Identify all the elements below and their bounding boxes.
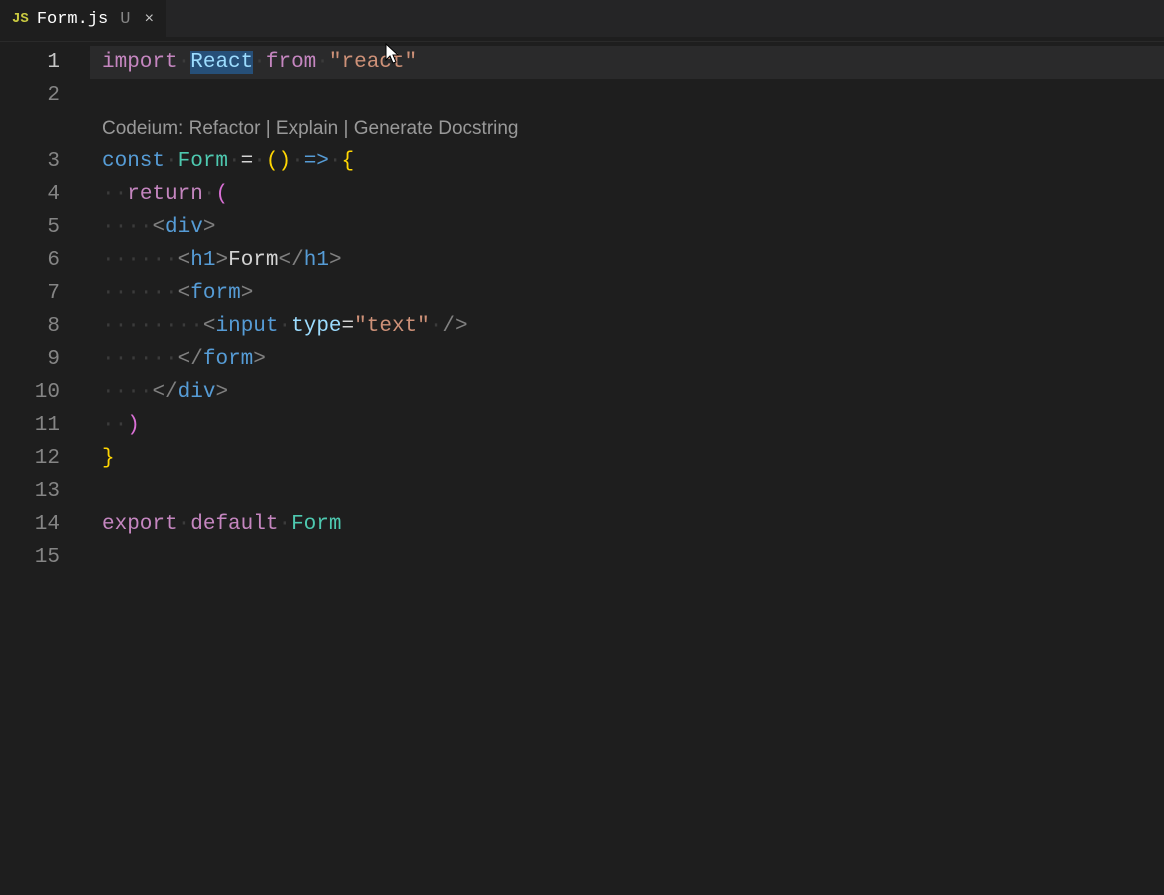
tag-close: > <box>329 249 342 272</box>
tag-open: < <box>178 282 191 305</box>
tag-close: > <box>203 216 216 239</box>
line-number: 5 <box>0 211 60 244</box>
paren-close: ) <box>278 150 291 173</box>
tab-form-js[interactable]: JS Form.js U × <box>0 0 166 38</box>
whitespace-dot: · <box>316 51 329 74</box>
tag-form: form <box>190 282 240 305</box>
tag-close: > <box>215 381 228 404</box>
tag-form-close: form <box>203 348 253 371</box>
tag-div: div <box>165 216 203 239</box>
tag-close: > <box>253 348 266 371</box>
equals: = <box>241 150 254 173</box>
attr-type: type <box>291 315 341 338</box>
code-line[interactable]: ··) <box>90 409 1164 442</box>
keyword-return: return <box>127 183 203 206</box>
line-number: 12 <box>0 442 60 475</box>
line-number: 15 <box>0 541 60 574</box>
tab-title: Form.js <box>37 10 108 29</box>
line-number: 10 <box>0 376 60 409</box>
keyword-import: import <box>102 51 178 74</box>
codelens-explain[interactable]: Explain <box>276 118 338 139</box>
paren-close: ) <box>127 414 140 437</box>
codelens-separator: | <box>260 118 276 139</box>
code-line[interactable]: ······<form> <box>90 277 1164 310</box>
keyword-const: const <box>102 150 165 173</box>
tag-h1-close: h1 <box>304 249 329 272</box>
tag-open: </ <box>152 381 177 404</box>
tab-modified-indicator: U <box>120 10 130 29</box>
line-number: 11 <box>0 409 60 442</box>
tag-close: > <box>241 282 254 305</box>
tag-open: </ <box>178 348 203 371</box>
code-line[interactable]: ····<div> <box>90 211 1164 244</box>
code-line[interactable]: ····</div> <box>90 376 1164 409</box>
code-line[interactable] <box>90 541 1164 574</box>
codelens-generate-docstring[interactable]: Generate Docstring <box>354 118 519 139</box>
keyword-export: export <box>102 513 178 536</box>
line-number: 9 <box>0 343 60 376</box>
line-number: 1 <box>0 46 60 79</box>
text-form: Form <box>228 249 278 272</box>
identifier-form: Form <box>178 150 228 173</box>
string-react: "react" <box>329 51 417 74</box>
code-line[interactable] <box>90 475 1164 508</box>
keyword-default: default <box>190 513 278 536</box>
codelens-refactor[interactable]: Refactor <box>189 118 261 139</box>
editor: 1 2 3 4 5 6 7 8 9 10 11 12 13 14 15 impo… <box>0 42 1164 895</box>
tag-div-close: div <box>178 381 216 404</box>
close-icon[interactable]: × <box>144 10 154 28</box>
line-number-gutter: 1 2 3 4 5 6 7 8 9 10 11 12 13 14 15 <box>0 42 90 895</box>
code-line[interactable]: } <box>90 442 1164 475</box>
tag-open: < <box>203 315 216 338</box>
brace-close: } <box>102 447 115 470</box>
paren-open: ( <box>215 183 228 206</box>
code-area[interactable]: import·React·from·"react" Codeium: Refac… <box>90 42 1164 895</box>
line-number: 8 <box>0 310 60 343</box>
brace-open: { <box>342 150 355 173</box>
tab-bar: JS Form.js U × <box>0 0 1164 38</box>
equals: = <box>342 315 355 338</box>
whitespace-dot: · <box>178 51 191 74</box>
tag-close: > <box>215 249 228 272</box>
keyword-from: from <box>266 51 316 74</box>
code-line[interactable]: import·React·from·"react" <box>90 46 1164 79</box>
code-line[interactable]: ········<input·type="text"·/> <box>90 310 1164 343</box>
line-number: 6 <box>0 244 60 277</box>
code-line[interactable]: export·default·Form <box>90 508 1164 541</box>
string-text: "text" <box>354 315 430 338</box>
line-number: 4 <box>0 178 60 211</box>
line-number: 13 <box>0 475 60 508</box>
code-line[interactable]: ··return·( <box>90 178 1164 211</box>
paren-open: ( <box>266 150 279 173</box>
tag-open: </ <box>279 249 304 272</box>
tag-self-close: /> <box>442 315 467 338</box>
code-line[interactable] <box>90 79 1164 112</box>
codelens-gutter-spacer <box>0 112 60 145</box>
whitespace-dot: · <box>253 51 266 74</box>
codelens-separator: | <box>338 118 354 139</box>
code-line[interactable]: const·Form·=·()·=>·{ <box>90 145 1164 178</box>
code-line[interactable]: ······<h1>Form</h1> <box>90 244 1164 277</box>
tag-h1: h1 <box>190 249 215 272</box>
line-number: 14 <box>0 508 60 541</box>
javascript-icon: JS <box>12 11 29 27</box>
line-number: 3 <box>0 145 60 178</box>
tag-open: < <box>178 249 191 272</box>
codelens-prefix: Codeium: <box>102 118 183 139</box>
identifier-react: React <box>190 51 253 74</box>
line-number: 2 <box>0 79 60 112</box>
codelens-row: Codeium: Refactor | Explain | Generate D… <box>90 112 1164 145</box>
line-number: 7 <box>0 277 60 310</box>
tag-input: input <box>215 315 278 338</box>
code-line[interactable]: ······</form> <box>90 343 1164 376</box>
tag-open: < <box>152 216 165 239</box>
arrow: => <box>304 150 329 173</box>
identifier-form: Form <box>291 513 341 536</box>
